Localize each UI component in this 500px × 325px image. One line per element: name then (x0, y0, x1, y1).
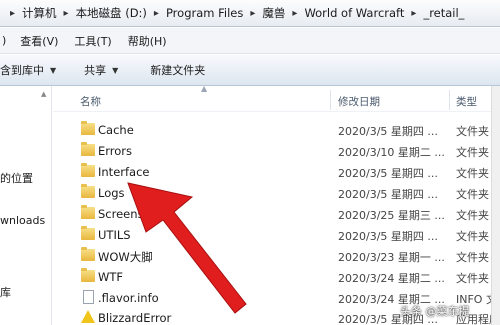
vertical-scrollbar[interactable] (491, 86, 500, 325)
file-row-errors[interactable]: Errors 2020/3/10 星期二 ... 文件夹 (53, 141, 500, 162)
file-date: 2020/3/5 星期四 ... (338, 188, 438, 201)
file-date: 2020/3/5 星期四 ... (338, 167, 438, 180)
breadcrumb-chevron-icon[interactable]: ▸ (150, 8, 163, 19)
include-in-library-button[interactable]: 含到库中 ▼ (0, 62, 66, 78)
include-in-library-label: 含到库中 (0, 64, 44, 77)
file-date: 2020/3/5 星期四 ... (338, 230, 438, 243)
file-name: Logs (98, 186, 125, 200)
file-row-screenshots[interactable]: Screensho 2020/3/25 星期三 ... 文件夹 (53, 204, 500, 225)
folder-icon (81, 163, 95, 177)
file-type: 文件夹 (456, 188, 489, 201)
file-name: Cache (98, 123, 134, 137)
nav-item-downloads[interactable]: wnloads (0, 214, 45, 227)
sort-ascending-icon: ▲ (201, 84, 208, 93)
column-header-date[interactable]: 修改日期 (338, 94, 380, 109)
folder-icon (81, 247, 95, 261)
breadcrumb-world-of-warcraft[interactable]: World of Warcraft (301, 6, 407, 20)
folder-icon (81, 226, 95, 240)
file-date: 2020/3/24 星期二 ... (338, 272, 445, 285)
file-type: 文件夹 (456, 209, 489, 222)
file-row-interface[interactable]: Interface 2020/3/5 星期四 ... 文件夹 (53, 162, 500, 183)
chevron-down-icon: ▼ (50, 65, 57, 75)
command-toolbar: 含到库中 ▼ 共享 ▼ 新建文件夹 (0, 55, 500, 86)
address-bar[interactable]: ▸ 计算机 ▸ 本地磁盘 (D:) ▸ Program Files ▸ 魔兽 ▸… (0, 0, 500, 27)
warning-icon (81, 310, 95, 323)
new-folder-button[interactable]: 新建文件夹 (128, 62, 215, 78)
file-name: BlizzardError (98, 311, 172, 325)
file-name: .flavor.info (98, 291, 159, 305)
column-header-type[interactable]: 类型 (456, 94, 477, 109)
breadcrumb-chevron-icon[interactable]: ▸ (246, 8, 259, 19)
breadcrumb-chevron-icon[interactable]: ▸ (288, 8, 301, 19)
breadcrumb-chevron-icon[interactable]: ▸ (407, 8, 420, 19)
column-header-row: ▲ 名称 修改日期 类型 (53, 84, 500, 112)
breadcrumb-retail[interactable]: _retail_ (420, 6, 467, 20)
share-button[interactable]: 共享 ▼ (66, 62, 128, 78)
column-divider[interactable] (449, 90, 450, 110)
file-row-utils[interactable]: UTILS 2020/3/5 星期四 ... 文件夹 (53, 225, 500, 246)
chevron-down-icon: ▼ (112, 65, 119, 75)
breadcrumb-local-disk[interactable]: 本地磁盘 (D:) (73, 5, 150, 21)
folder-icon (81, 268, 95, 282)
nav-item-libraries[interactable]: 库 (0, 284, 11, 300)
file-type: 文件夹 (456, 125, 489, 138)
folder-icon (81, 205, 95, 219)
file-row-logs[interactable]: Logs 2020/3/5 星期四 ... 文件夹 (53, 183, 500, 204)
menu-item-tools[interactable]: 工具(T) (66, 33, 119, 49)
menu-bar: ) 查看(V) 工具(T) 帮助(H) (0, 28, 500, 54)
breadcrumb-computer[interactable]: 计算机 (19, 5, 60, 21)
file-date: 2020/3/5 星期四 ... (338, 125, 438, 138)
file-row-cache[interactable]: Cache 2020/3/5 星期四 ... 文件夹 (53, 120, 500, 141)
file-row-wow-dajiao[interactable]: WOW大脚 2020/3/23 星期一 ... 文件夹 (53, 246, 500, 267)
navigation-pane[interactable]: ▲ 的位置 wnloads 库 (0, 86, 52, 325)
folder-icon (81, 142, 95, 156)
file-type: 文件夹 (456, 230, 489, 243)
file-icon (83, 290, 94, 304)
file-name: Interface (98, 165, 150, 179)
file-name: Screensho (98, 207, 158, 221)
column-divider[interactable] (330, 90, 331, 110)
file-name: WOW大脚 (98, 250, 153, 264)
breadcrumb-chevron-icon[interactable]: ▸ (60, 8, 73, 19)
nav-item-recent-places[interactable]: 的位置 (0, 170, 33, 186)
scroll-up-icon[interactable]: ▲ (41, 90, 46, 98)
file-date: 2020/3/25 星期三 ... (338, 209, 445, 222)
file-type: 文件夹 (456, 146, 489, 159)
menu-item-help[interactable]: 帮助(H) (120, 33, 175, 49)
file-type: 文件夹 (456, 272, 489, 285)
file-row-wtf[interactable]: WTF 2020/3/24 星期二 ... 文件夹 (53, 267, 500, 288)
menu-item-view[interactable]: 查看(V) (12, 33, 66, 49)
folder-icon (81, 121, 95, 135)
menu-item-partial[interactable]: ) (2, 34, 12, 47)
breadcrumb-program-files[interactable]: Program Files (163, 6, 246, 20)
breadcrumb-chevron-icon[interactable]: ▸ (6, 8, 19, 19)
file-type: 文件夹 (456, 251, 489, 264)
column-header-name[interactable]: 名称 (80, 94, 101, 109)
file-name: Errors (98, 144, 133, 158)
file-type: 文件夹 (456, 167, 489, 180)
folder-icon (81, 184, 95, 198)
file-date: 2020/3/10 星期二 ... (338, 146, 445, 159)
file-date: 2020/3/23 星期一 ... (338, 251, 445, 264)
breadcrumb-moshou[interactable]: 魔兽 (259, 5, 288, 21)
file-list[interactable]: ▲ 名称 修改日期 类型 Cache 2020/3/5 星期四 ... 文件夹 … (53, 84, 500, 325)
file-name: WTF (98, 270, 124, 284)
file-name: UTILS (98, 228, 131, 242)
share-label: 共享 (84, 64, 107, 77)
watermark-text: 头条 @菜东提 (400, 305, 470, 318)
